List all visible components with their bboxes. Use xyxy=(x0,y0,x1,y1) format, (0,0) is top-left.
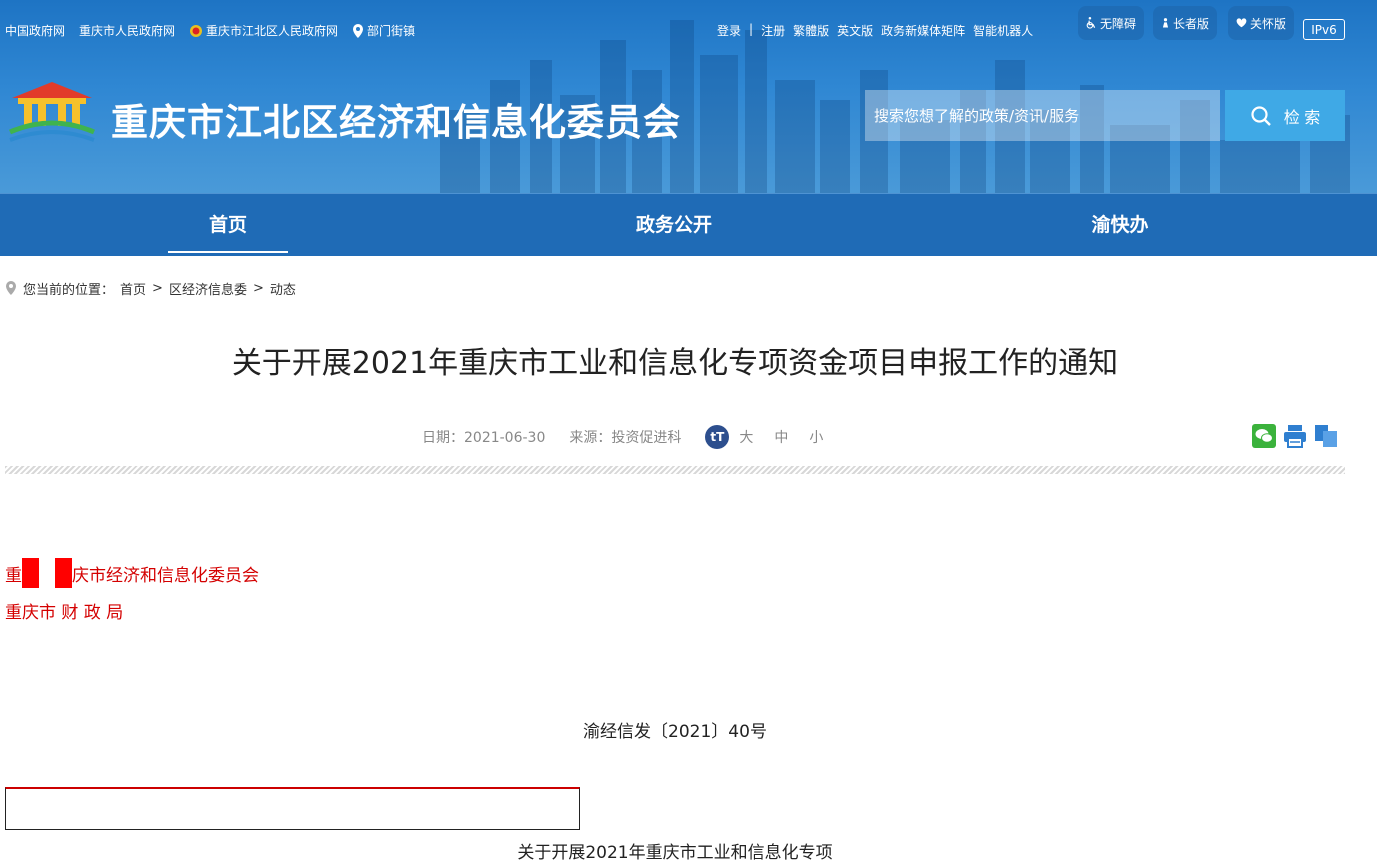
nav-home[interactable]: 首页 xyxy=(168,194,288,257)
register-link[interactable]: 注册 xyxy=(761,22,785,39)
care-mode-button[interactable]: 关怀版 xyxy=(1228,6,1294,40)
document-number: 渝经信发〔2021〕40号 xyxy=(583,722,767,742)
document-subtitle: 关于开展2021年重庆市工业和信息化专项 xyxy=(517,843,833,863)
top-links: 中国政府网 重庆市人民政府网 重庆市江北区人民政府网 部门街镇 xyxy=(5,22,415,39)
link-departments[interactable]: 部门街镇 xyxy=(352,22,415,39)
font-size-medium[interactable]: 中 xyxy=(774,427,788,447)
font-size-icon: tT xyxy=(705,425,730,449)
breadcrumb-news[interactable]: 动态 xyxy=(270,279,296,298)
red-header-box xyxy=(5,787,580,830)
link-jiangbei-gov[interactable]: 重庆市江北区人民政府网 xyxy=(189,22,338,39)
accessibility-button[interactable]: 无障碍 xyxy=(1078,6,1144,40)
nav-yukuaiban[interactable]: 渝快办 xyxy=(1060,194,1180,257)
site-header: 中国政府网 重庆市人民政府网 重庆市江北区人民政府网 部门街镇 登录 | 注册 … xyxy=(0,0,1377,193)
wheelchair-icon xyxy=(1086,17,1096,29)
login-link[interactable]: 登录 xyxy=(717,22,741,39)
meta-divider xyxy=(5,466,1345,474)
traditional-chinese-link[interactable]: 繁體版 xyxy=(793,22,829,39)
issuer-line-2: 重庆市 财 政 局 xyxy=(5,603,124,623)
link-cq-gov[interactable]: 重庆市人民政府网 xyxy=(79,22,175,39)
issuer-line-1: 重 庆市经济和信息化委员会 xyxy=(5,558,259,588)
search-button[interactable]: 检 索 xyxy=(1225,90,1345,141)
location-pin-icon xyxy=(6,281,16,295)
site-title: 重庆市江北区经济和信息化委员会 xyxy=(111,101,681,144)
main-nav: 首页 政务公开 渝快办 xyxy=(0,193,1377,256)
search-input[interactable] xyxy=(865,90,1220,141)
breadcrumb-sep: > xyxy=(152,281,163,296)
redaction-block xyxy=(22,558,39,588)
robot-link[interactable]: 智能机器人 xyxy=(973,22,1033,39)
new-media-link[interactable]: 政务新媒体矩阵 xyxy=(881,22,965,39)
heart-icon xyxy=(1236,18,1247,28)
breadcrumb-label: 您当前的位置： xyxy=(23,283,115,298)
site-logo[interactable] xyxy=(8,80,96,146)
user-links: 登录 | 注册 繁體版 英文版 政务新媒体矩阵 智能机器人 xyxy=(717,22,1033,39)
breadcrumb-home[interactable]: 首页 xyxy=(120,279,146,298)
separator: | xyxy=(749,22,754,36)
breadcrumb: 您当前的位置： 首页 > 区经济信息委 > 动态 xyxy=(5,279,296,298)
article-source: 来源：投资促进科 xyxy=(569,430,682,446)
nav-active-indicator xyxy=(168,251,288,253)
article-date: 日期：2021-06-30 xyxy=(422,430,546,446)
font-size-options: 大 中 小 xyxy=(739,427,823,447)
english-link[interactable]: 英文版 xyxy=(837,22,873,39)
nav-gov-affairs[interactable]: 政务公开 xyxy=(614,194,734,257)
elder-icon xyxy=(1162,18,1169,28)
emblem-icon xyxy=(190,24,203,37)
ipv6-badge: IPv6 xyxy=(1303,19,1345,40)
wechat-icon[interactable] xyxy=(1252,424,1276,448)
breadcrumb-dept[interactable]: 区经济信息委 xyxy=(169,279,247,298)
font-size-small[interactable]: 小 xyxy=(809,427,823,447)
search-icon xyxy=(1251,105,1271,126)
location-pin-icon xyxy=(353,23,364,38)
article-meta: 日期：2021-06-30 来源：投资促进科 tT 大 中 小 xyxy=(422,425,823,449)
print-icon[interactable] xyxy=(1283,424,1307,448)
breadcrumb-sep: > xyxy=(252,281,264,296)
font-size-large[interactable]: 大 xyxy=(739,427,753,447)
link-gov-cn[interactable]: 中国政府网 xyxy=(5,22,65,39)
article-title: 关于开展2021年重庆市工业和信息化专项资金项目申报工作的通知 xyxy=(231,346,1119,381)
copy-icon[interactable] xyxy=(1314,424,1338,448)
elder-mode-button[interactable]: 长者版 xyxy=(1153,6,1217,40)
redaction-block xyxy=(55,558,72,588)
